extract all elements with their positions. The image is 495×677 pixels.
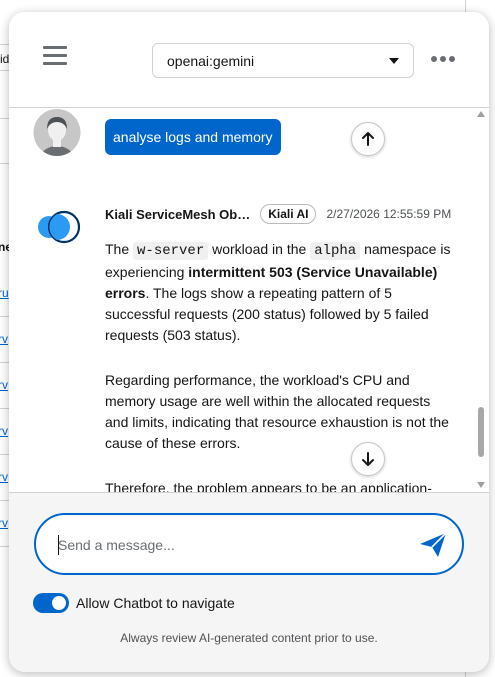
ellipsis-icon[interactable] xyxy=(431,56,455,62)
background-link[interactable]: rv xyxy=(0,378,8,392)
scrollbar[interactable] xyxy=(475,109,487,492)
paper-plane-icon[interactable] xyxy=(418,531,448,559)
user-message-bubble: analyse logs and memory xyxy=(105,119,281,155)
model-select[interactable]: openai:gemini xyxy=(152,43,414,78)
chatbot-window: openai:gemini analyse logs and memory Ki… xyxy=(9,12,489,672)
chatbot-footer: Allow Chatbot to navigate Always review … xyxy=(9,492,489,672)
kiali-logo-icon xyxy=(38,210,81,244)
ai-disclaimer: Always review AI-generated content prior… xyxy=(120,631,378,645)
message-list[interactable]: analyse logs and memory Kiali ServiceMes… xyxy=(9,109,489,492)
scrollbar-thumb[interactable] xyxy=(478,407,484,457)
text-cursor xyxy=(58,535,59,555)
bot-paragraph: The w-server workload in the alpha names… xyxy=(105,241,451,343)
model-select-value: openai:gemini xyxy=(167,52,255,69)
inline-code: alpha xyxy=(310,242,361,260)
background-link[interactable]: rv xyxy=(0,516,8,530)
arrow-down-icon xyxy=(362,452,374,466)
bot-name: Kiali ServiceMesh Ob… xyxy=(105,206,251,222)
background-link[interactable]: rv xyxy=(0,424,8,438)
bot-message-meta: Kiali ServiceMesh Ob… Kiali AI 2/27/2026… xyxy=(105,204,451,224)
message-composer xyxy=(34,513,464,575)
background-link[interactable]: ru xyxy=(0,286,9,300)
bot-message-text: The w-server workload in the alpha names… xyxy=(105,239,455,492)
caret-down-icon xyxy=(389,57,399,64)
arrow-up-icon xyxy=(362,132,374,146)
chatbot-header: openai:gemini xyxy=(9,12,489,108)
bot-paragraph: Regarding performance, the workload's CP… xyxy=(105,372,449,451)
user-avatar-icon xyxy=(33,109,81,156)
toggle-knob xyxy=(52,596,66,610)
message-input[interactable] xyxy=(58,533,398,557)
inline-code: w-server xyxy=(133,242,209,260)
hamburger-icon[interactable] xyxy=(43,46,67,68)
navigate-toggle-label: Allow Chatbot to navigate xyxy=(76,595,235,611)
background-link[interactable]: rv xyxy=(0,470,8,484)
bot-paragraph: Therefore, the problem appears to be an … xyxy=(105,480,432,492)
message-timestamp: 2/27/2026 12:55:59 PM xyxy=(326,207,452,221)
scroll-down-button[interactable] xyxy=(351,442,385,476)
bot-badge: Kiali AI xyxy=(260,204,317,224)
navigate-toggle[interactable] xyxy=(33,593,69,613)
scroll-up-button[interactable] xyxy=(351,122,385,156)
background-link[interactable]: rv xyxy=(0,332,8,346)
scrollbar-down-arrow[interactable] xyxy=(477,482,485,488)
background-fragment: id xyxy=(0,52,10,66)
scrollbar-up-arrow[interactable] xyxy=(477,111,485,117)
